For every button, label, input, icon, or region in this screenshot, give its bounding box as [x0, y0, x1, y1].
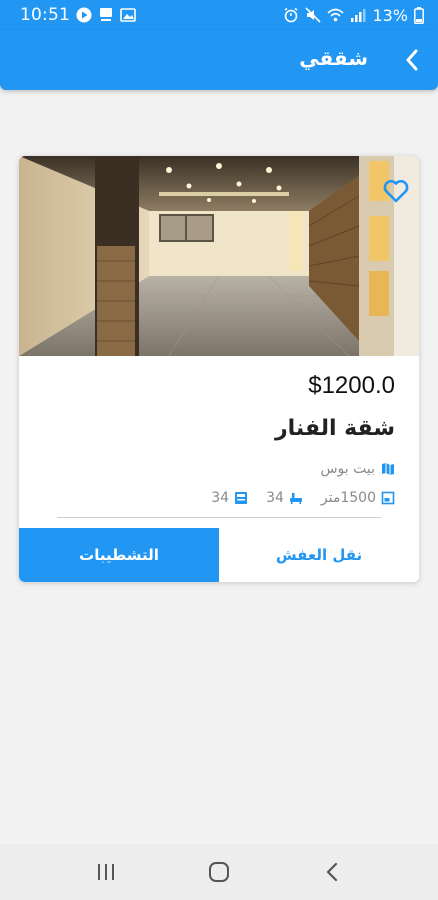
- recent-apps-icon: [96, 863, 116, 881]
- signal-icon: [350, 7, 366, 23]
- listing-price: $1200.0: [308, 372, 395, 399]
- card-actions: التشطيبات نقل العفش: [19, 528, 419, 582]
- recent-apps-button[interactable]: [86, 852, 126, 892]
- status-right: 13%: [283, 6, 424, 25]
- app-bar: شققي: [0, 30, 438, 90]
- system-back-button[interactable]: [312, 852, 352, 892]
- bathrooms-value: 34: [266, 490, 284, 506]
- back-icon: [325, 862, 339, 882]
- features-row: 1500متر 34 34: [211, 490, 395, 506]
- play-circle-icon: [76, 7, 92, 23]
- wifi-icon: [327, 7, 344, 23]
- status-left: 10:51: [20, 5, 136, 25]
- furniture-moving-button[interactable]: نقل العفش: [219, 528, 419, 582]
- favorite-button[interactable]: [381, 176, 411, 206]
- system-nav-bar: [0, 844, 438, 900]
- bedrooms-value: 34: [211, 490, 230, 506]
- bed-icon: [234, 491, 248, 505]
- area-value: 1500متر: [320, 490, 376, 506]
- location-text: بيت بوس: [320, 461, 375, 477]
- finishing-button[interactable]: التشطيبات: [19, 528, 219, 582]
- page-title: شققي: [299, 46, 368, 70]
- map-icon: [381, 462, 395, 476]
- listing-image[interactable]: [19, 156, 419, 357]
- image-icon: [120, 7, 136, 23]
- bathrooms-feature: 34: [266, 490, 303, 506]
- kbs-indicator-icon: [98, 7, 114, 23]
- area-feature: 1500متر: [321, 490, 395, 506]
- home-button[interactable]: [199, 852, 239, 892]
- bedrooms-feature: 34: [211, 490, 248, 506]
- chevron-right-icon: [405, 49, 419, 71]
- battery-icon: [414, 6, 424, 24]
- listing-card[interactable]: $1200.0 شقة الفنار بيت بوس 1500متر 34 34: [19, 156, 419, 582]
- listing-title: شقة الفنار: [274, 416, 395, 441]
- heart-outline-icon: [383, 179, 409, 203]
- battery-percent: 13%: [372, 5, 408, 25]
- bathtub-icon: [289, 491, 303, 505]
- card-divider: [57, 517, 381, 518]
- mute-icon: [305, 7, 322, 23]
- location-row: بيت بوس: [320, 461, 395, 477]
- status-time: 10:51: [20, 5, 70, 25]
- status-bar: 10:51 13%: [0, 0, 438, 30]
- area-icon: [381, 491, 395, 505]
- home-icon: [208, 861, 230, 883]
- back-button[interactable]: [396, 44, 428, 76]
- alarm-icon: [283, 7, 299, 23]
